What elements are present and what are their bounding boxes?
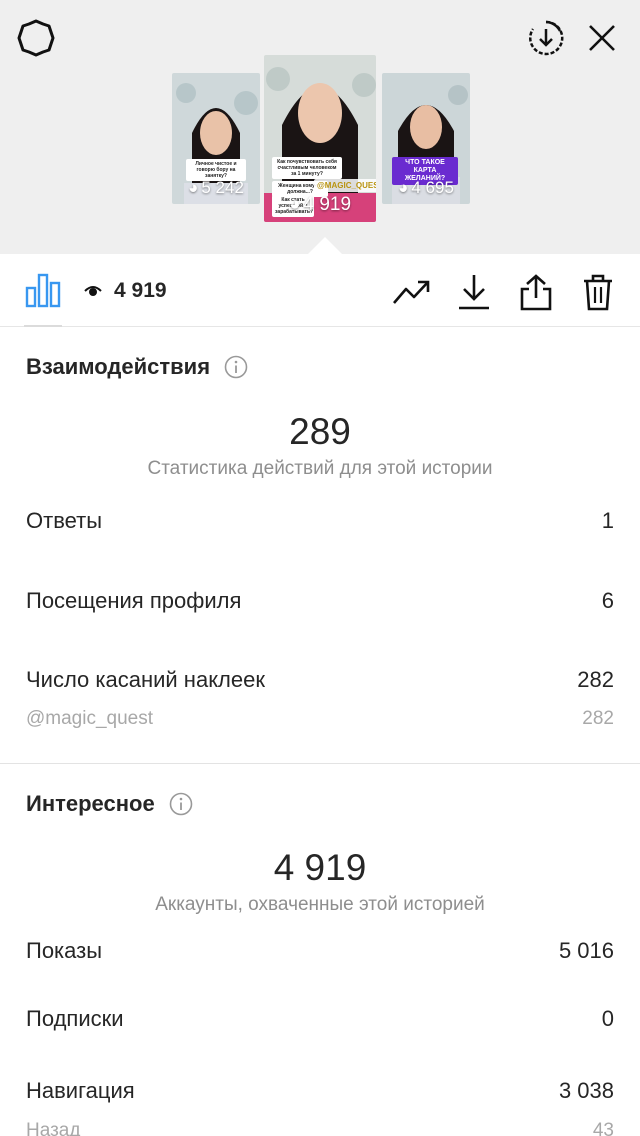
discovery-caption: Аккаунты, охваченные этой историей	[155, 894, 485, 915]
insights-tab[interactable]	[22, 270, 64, 310]
info-icon[interactable]	[169, 792, 193, 816]
insights-toolbar: 4 919	[0, 254, 640, 327]
story-thumbnail-selected[interactable]: Как почувствовать себя счастливым челове…	[264, 55, 376, 222]
delete-button[interactable]	[576, 270, 620, 314]
stat-row-navigation: Навигация 3 038	[26, 1078, 614, 1103]
story-thumbnail[interactable]: ЧТО ТАКОЕ КАРТА ЖЕЛАНИЙ? ◕ 4 695	[382, 73, 470, 204]
stat-row-profile-visits: Посещения профиля 6	[26, 588, 614, 613]
settings-button[interactable]	[14, 16, 58, 60]
stat-row-sticker-taps: Число касаний наклеек 282	[26, 667, 614, 692]
trend-up-icon	[393, 280, 430, 304]
close-icon	[589, 25, 615, 51]
discovery-section-title: Интересное	[26, 791, 193, 817]
stat-row-impressions: Показы 5 016	[26, 938, 614, 963]
stories-header: Личное чистое и говорю бору на занятку? …	[0, 0, 640, 254]
tab-indicator	[24, 325, 62, 327]
eye-icon: ◕	[188, 178, 199, 197]
share-icon	[520, 274, 552, 311]
save-button[interactable]	[452, 270, 496, 314]
download-icon	[459, 275, 489, 310]
views-count: 4 919	[114, 279, 167, 302]
selected-pointer	[308, 237, 342, 254]
stat-row-replies: Ответы 1	[26, 508, 614, 533]
story-views: ◕ 4 695	[398, 178, 454, 197]
download-story-button[interactable]	[524, 16, 568, 60]
interactions-total: 289	[289, 411, 351, 452]
eye-icon: ◕	[288, 194, 301, 215]
share-button[interactable]	[514, 270, 558, 314]
section-divider	[0, 763, 640, 764]
views-summary: 4 919	[84, 276, 167, 306]
eye-icon	[84, 286, 102, 296]
story-views: ◕ 5 242	[188, 178, 244, 197]
interactions-caption: Статистика действий для этой истории	[147, 458, 493, 479]
stat-subrow-mention: @magic_quest 282	[26, 708, 614, 729]
story-thumbnail[interactable]: Личное чистое и говорю бору на занятку? …	[172, 73, 260, 204]
gear-icon	[17, 19, 55, 57]
close-button[interactable]	[580, 16, 624, 60]
question-sticker: Как почувствовать себя счастливым челове…	[272, 157, 342, 179]
stat-subrow-back: Назад 43	[26, 1120, 614, 1136]
trash-icon	[584, 274, 612, 311]
story-views: ◕ 4 919	[288, 194, 352, 215]
info-icon[interactable]	[224, 355, 248, 379]
bar-chart-icon	[25, 273, 61, 308]
eye-icon: ◕	[398, 178, 409, 197]
promote-button[interactable]	[390, 270, 434, 314]
mention-sticker: @MAGIC_QUEST	[314, 179, 376, 192]
interactions-section-title: Взаимодействия	[26, 354, 248, 380]
download-circle-icon	[528, 20, 564, 56]
discovery-total: 4 919	[273, 847, 367, 888]
stat-row-follows: Подписки 0	[26, 1006, 614, 1031]
